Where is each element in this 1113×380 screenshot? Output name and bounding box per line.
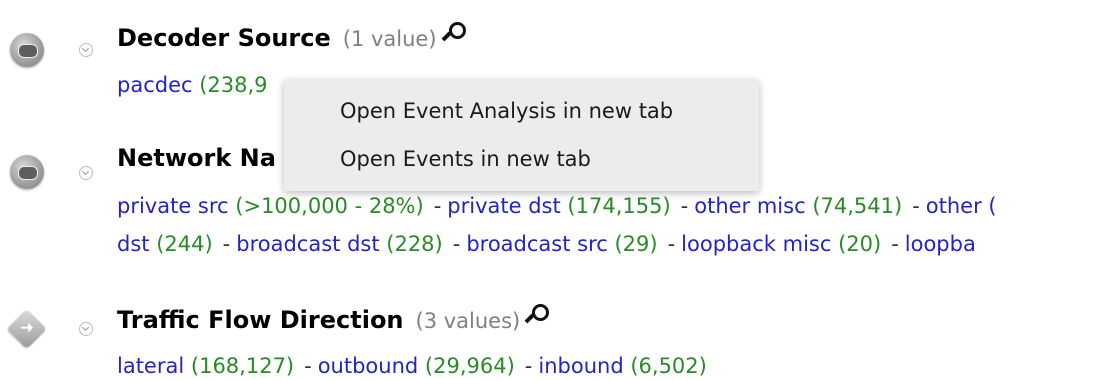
value-count: (74,541) <box>812 194 903 218</box>
context-menu: Open Event Analysis in new tab Open Even… <box>284 80 759 191</box>
values-line: lateral (168,127) - outbound (29,964) - inbo… <box>117 354 707 378</box>
chevron-down-icon[interactable] <box>79 322 93 336</box>
section-title: Traffic Flow Direction <box>117 306 404 334</box>
value-link[interactable]: private dst <box>447 194 560 218</box>
menu-item-open-events[interactable]: Open Events in new tab <box>340 147 591 171</box>
value-count: (168,127) <box>190 354 295 378</box>
value-count: (6,502) <box>630 354 707 378</box>
separator: - <box>222 232 231 256</box>
direction-arrow-icon <box>7 309 47 349</box>
value-count: (174,155) <box>567 194 671 218</box>
value-count: (244) <box>156 232 213 256</box>
value-link[interactable]: dst <box>117 232 150 256</box>
value-count: (20) <box>838 232 882 256</box>
section-header: Traffic Flow Direction (3 values) <box>117 304 550 334</box>
value-link[interactable]: lateral <box>117 354 184 378</box>
tag-pill-icon <box>10 155 44 189</box>
section-title: Decoder Source <box>117 24 331 52</box>
chevron-down-icon[interactable] <box>79 43 93 57</box>
separator: - <box>912 194 920 218</box>
search-icon[interactable] <box>524 304 550 326</box>
value-count: (238,9 <box>199 73 268 97</box>
separator: - <box>433 194 442 218</box>
value-link[interactable]: inbound <box>538 354 623 378</box>
menu-item-open-event-analysis[interactable]: Open Event Analysis in new tab <box>340 99 673 123</box>
section-value-count: (3 values) <box>415 309 521 333</box>
value-count: (228) <box>386 232 443 256</box>
value-link[interactable]: broadcast dst <box>236 232 379 256</box>
separator: - <box>304 354 312 378</box>
value-link[interactable]: pacdec <box>117 73 193 97</box>
tag-pill-icon <box>10 33 44 67</box>
value-link[interactable]: private src <box>117 194 229 218</box>
value-link[interactable]: loopback misc <box>681 232 831 256</box>
separator: - <box>680 194 689 218</box>
separator: - <box>524 354 533 378</box>
value-link[interactable]: outbound <box>318 354 419 378</box>
value-link[interactable]: broadcast src <box>466 232 607 256</box>
values-line: private src (>100,000 - 28%) - private dst… <box>117 194 997 218</box>
separator: - <box>667 232 676 256</box>
value-count: (29,964) <box>424 354 515 378</box>
separator: - <box>891 232 899 256</box>
value-link[interactable]: loopba <box>905 232 976 256</box>
section-value-count: (1 value) <box>342 27 437 51</box>
values-line: pacdec (238,9 <box>117 73 268 97</box>
value-count: (29) <box>614 232 658 256</box>
separator: - <box>452 232 461 256</box>
values-line: dst (244) - broadcast dst (228) - broadcast … <box>117 232 976 256</box>
section-title: Network Na <box>117 144 276 172</box>
chevron-down-icon[interactable] <box>79 166 93 180</box>
search-icon[interactable] <box>441 22 466 44</box>
value-link[interactable]: other ( <box>926 194 997 218</box>
section-header: Network Na <box>117 144 276 172</box>
value-count: (>100,000 - 28%) <box>235 194 424 218</box>
value-link[interactable]: other misc <box>694 194 805 218</box>
section-header: Decoder Source (1 value) <box>117 22 466 52</box>
